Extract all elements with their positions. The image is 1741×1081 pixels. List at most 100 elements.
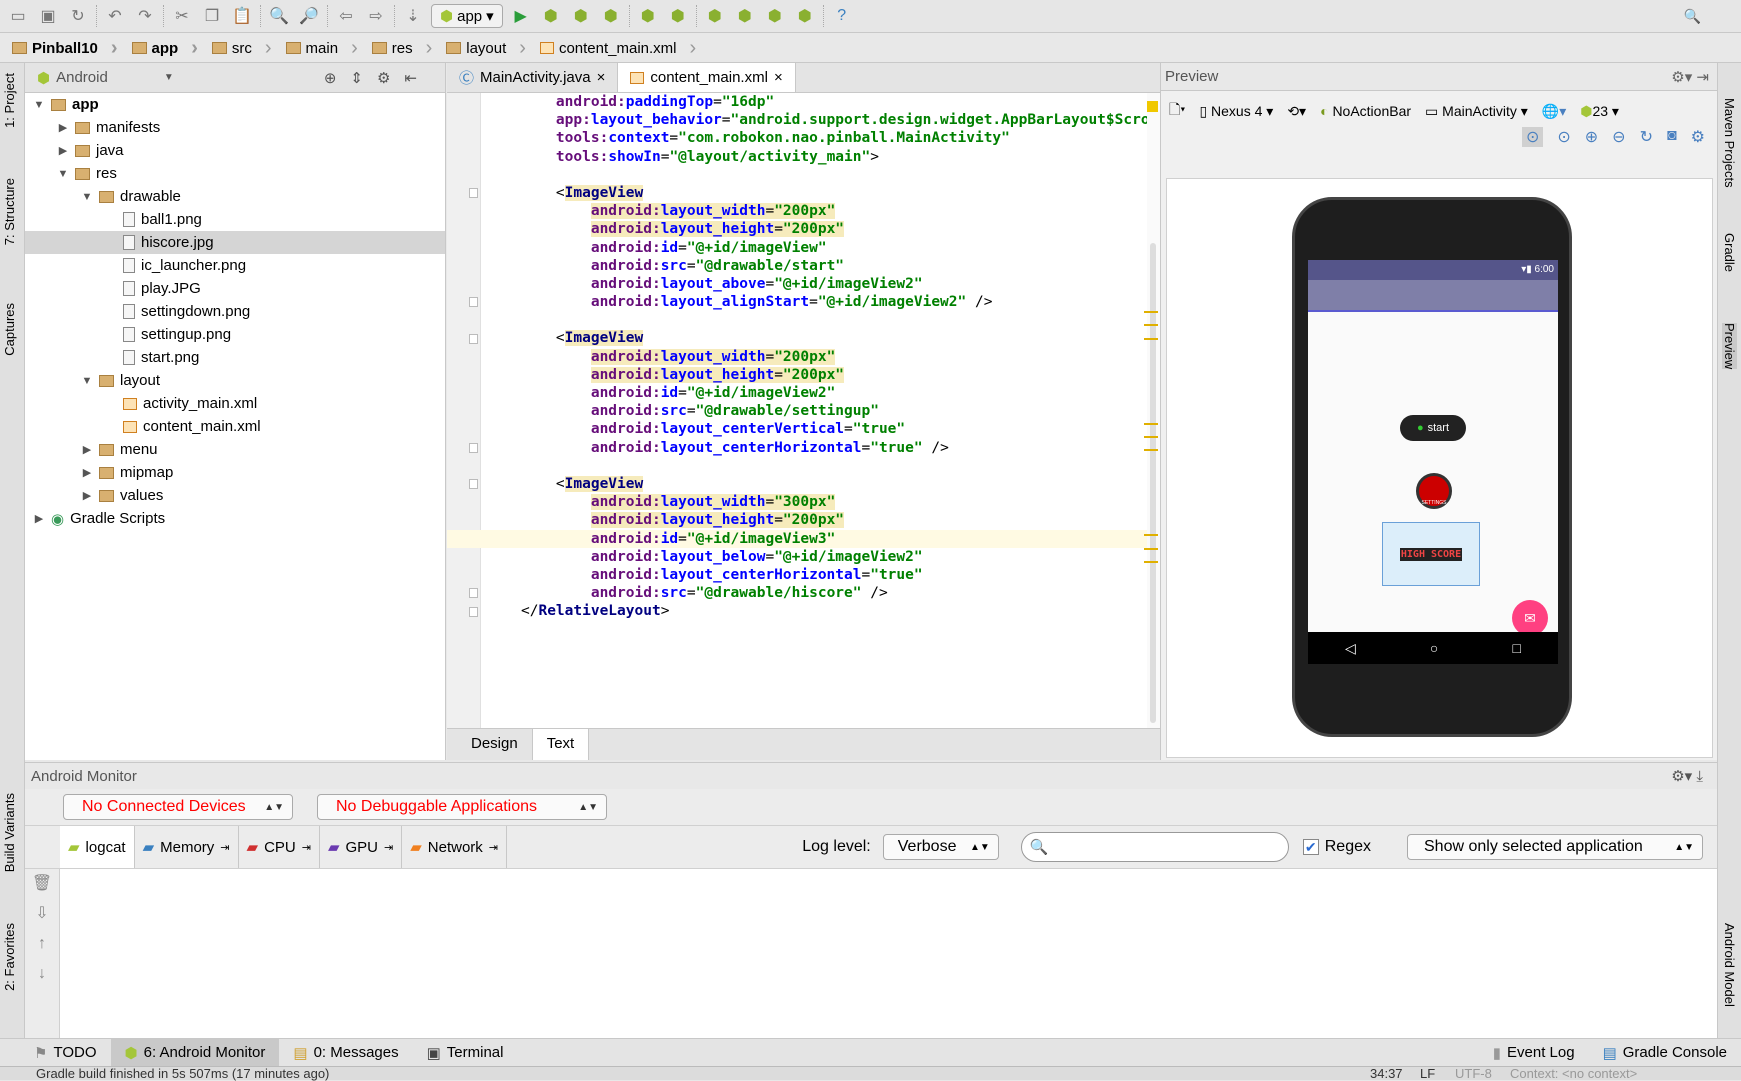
tree-item[interactable]: hiscore.jpg [25, 231, 445, 254]
log-level-dropdown[interactable]: Verbose ▲▼ [882, 834, 999, 860]
gear-icon[interactable]: ⚙▾ ⇥ [1671, 68, 1709, 86]
replace-icon[interactable]: 🔎 [297, 4, 321, 28]
code-line[interactable]: tools:context="com.robokon.nao.pinball.M… [447, 129, 1147, 147]
forward-icon[interactable]: ⇨ [364, 4, 388, 28]
tool-window-eventlog[interactable]: ▮ Event Log [1479, 1039, 1589, 1067]
code-line[interactable]: </RelativeLayout> [447, 602, 1147, 620]
warning-marker[interactable] [1144, 548, 1158, 550]
android-icon[interactable]: ⬢ [793, 4, 817, 28]
tree-item[interactable]: ▼ res [25, 162, 445, 185]
tab-cpu[interactable]: ▰ CPU ⇥ [239, 826, 320, 868]
refresh-icon[interactable]: ↻ [1640, 127, 1653, 147]
code-line[interactable]: android:id="@+id/imageView2" [447, 384, 1147, 402]
tree-item[interactable]: settingup.png [25, 323, 445, 346]
tree-item[interactable]: ▼ drawable [25, 185, 445, 208]
scroll-end-icon[interactable]: ⇩ [25, 899, 59, 929]
code-line[interactable]: android:layout_below="@+id/imageView2" [447, 548, 1147, 566]
tree-item[interactable]: ▶ mipmap [25, 461, 445, 484]
close-icon[interactable]: × [774, 69, 783, 86]
device-selector[interactable]: ▯ Nexus 4 ▾ [1199, 103, 1273, 120]
debug-icon[interactable]: ⬢ [539, 4, 563, 28]
run-config-dropdown[interactable]: ⬢ app ▾ [431, 4, 503, 28]
tree-item[interactable]: ▼ layout [25, 369, 445, 392]
breadcrumb-item[interactable]: app [130, 37, 210, 60]
code-line[interactable] [447, 311, 1147, 329]
zoom-out-icon[interactable]: ⊖ [1612, 127, 1625, 147]
tree-item[interactable]: ▶ values [25, 484, 445, 507]
pin-icon[interactable]: ⇥ [489, 841, 498, 854]
sync-icon[interactable]: ↻ [66, 4, 90, 28]
breadcrumb-item[interactable]: Pinball10 [10, 37, 130, 60]
tab-project[interactable]: 1: Project [2, 73, 17, 128]
context[interactable]: Context: <no context> [1510, 1067, 1637, 1081]
copy-icon[interactable]: ❐ [200, 4, 224, 28]
tab-android-model[interactable]: Android Model [1722, 923, 1737, 1007]
caret-position[interactable]: 34:37 [1370, 1067, 1403, 1081]
tree-item[interactable]: ▶ manifests [25, 116, 445, 139]
redo-icon[interactable]: ↷ [133, 4, 157, 28]
tree-item[interactable]: ball1.png [25, 208, 445, 231]
code-line[interactable]: android:layout_width="200px" [447, 202, 1147, 220]
code-line[interactable]: android:layout_above="@+id/imageView2" [447, 275, 1147, 293]
code-line[interactable]: <ImageView [447, 184, 1147, 202]
search-everywhere-icon[interactable]: 🔍 [1684, 8, 1701, 25]
avd-icon[interactable]: ⬢ [733, 4, 757, 28]
tool-window-terminal[interactable]: ▣ Terminal [413, 1039, 518, 1067]
editor-scrollbar[interactable] [1144, 93, 1160, 728]
tab-build-variants[interactable]: Build Variants [2, 793, 17, 872]
structure-icon[interactable]: ⬢ [666, 4, 690, 28]
tab-structure[interactable]: 7: Structure [2, 178, 17, 245]
tab-text[interactable]: Text [532, 729, 590, 760]
tab-favorites[interactable]: 2: Favorites [2, 923, 17, 991]
make-icon[interactable]: ⇣ [401, 4, 425, 28]
close-icon[interactable]: × [597, 69, 606, 86]
code-line[interactable]: android:layout_width="200px" [447, 348, 1147, 366]
code-line[interactable]: android:id="@+id/imageView3" [447, 529, 1147, 548]
breadcrumb-item[interactable]: src [210, 37, 284, 60]
code-line[interactable]: android:id="@+id/imageView" [447, 239, 1147, 257]
code-line[interactable]: android:layout_width="300px" [447, 493, 1147, 511]
breadcrumb-item[interactable]: layout [444, 37, 538, 60]
tab-maven-projects[interactable]: Maven Projects [1722, 98, 1737, 188]
collapsed-arrow-icon[interactable]: ▶ [81, 443, 93, 456]
back-icon[interactable]: ⇦ [334, 4, 358, 28]
breadcrumb-item[interactable]: content_main.xml [538, 37, 708, 60]
pin-icon[interactable]: ⇥ [302, 841, 311, 854]
tab-memory[interactable]: ▰ Memory ⇥ [135, 826, 239, 868]
zoom-fit-icon[interactable]: ⊙ [1521, 127, 1544, 147]
tree-item[interactable]: activity_main.xml [25, 392, 445, 415]
tab-gpu[interactable]: ▰ GPU ⇥ [320, 826, 403, 868]
warning-marker[interactable] [1144, 338, 1158, 340]
device-dropdown[interactable]: No Connected Devices ▲▼ [63, 794, 293, 820]
filter-dropdown[interactable]: Show only selected application ▲▼ [1407, 834, 1703, 860]
activity-selector[interactable]: ▭ MainActivity ▾ [1425, 103, 1528, 120]
breadcrumb-item[interactable]: main [284, 37, 370, 60]
code-line[interactable]: app:layout_behavior="android.support.des… [447, 111, 1147, 129]
tree-item[interactable]: ▶ ◉ Gradle Scripts [25, 507, 445, 530]
device-icon[interactable]: ⬢ [599, 4, 623, 28]
code-line[interactable]: android:paddingTop="16dp" [447, 93, 1147, 111]
sdk-icon[interactable]: ⬢ [763, 4, 787, 28]
tab-mainactivity-java[interactable]: Ⓒ MainActivity.java × [447, 63, 619, 92]
code-line[interactable]: tools:showIn="@layout/activity_main"> [447, 148, 1147, 166]
tab-network[interactable]: ▰ Network ⇥ [402, 826, 508, 868]
attach-icon[interactable]: ⬢ [569, 4, 593, 28]
code-line[interactable] [447, 457, 1147, 475]
tool-window-androidmonitor[interactable]: ⬢ 6: Android Monitor [110, 1038, 280, 1067]
tree-item[interactable]: ▼ app [25, 93, 445, 116]
settings-icon[interactable]: ⚙ [1691, 127, 1705, 147]
warning-marker[interactable] [1144, 561, 1158, 563]
app-dropdown[interactable]: No Debuggable Applications ▲▼ [317, 794, 607, 820]
warning-marker[interactable] [1147, 101, 1158, 112]
code-line[interactable]: android:src="@drawable/start" [447, 257, 1147, 275]
collapsed-arrow-icon[interactable]: ▶ [81, 489, 93, 502]
code-line[interactable]: <ImageView [447, 329, 1147, 347]
logcat-search-input[interactable]: 🔍 [1020, 832, 1289, 862]
tab-content_main-xml[interactable]: content_main.xml × [618, 63, 796, 92]
expanded-arrow-icon[interactable]: ▼ [57, 168, 69, 180]
code-line[interactable]: <ImageView [447, 475, 1147, 493]
tree-item[interactable]: content_main.xml [25, 415, 445, 438]
tool-window-todo[interactable]: ⚑ TODO [20, 1039, 111, 1067]
code-line[interactable]: android:layout_height="200px" [447, 511, 1147, 529]
help-icon[interactable]: ? [830, 4, 854, 28]
